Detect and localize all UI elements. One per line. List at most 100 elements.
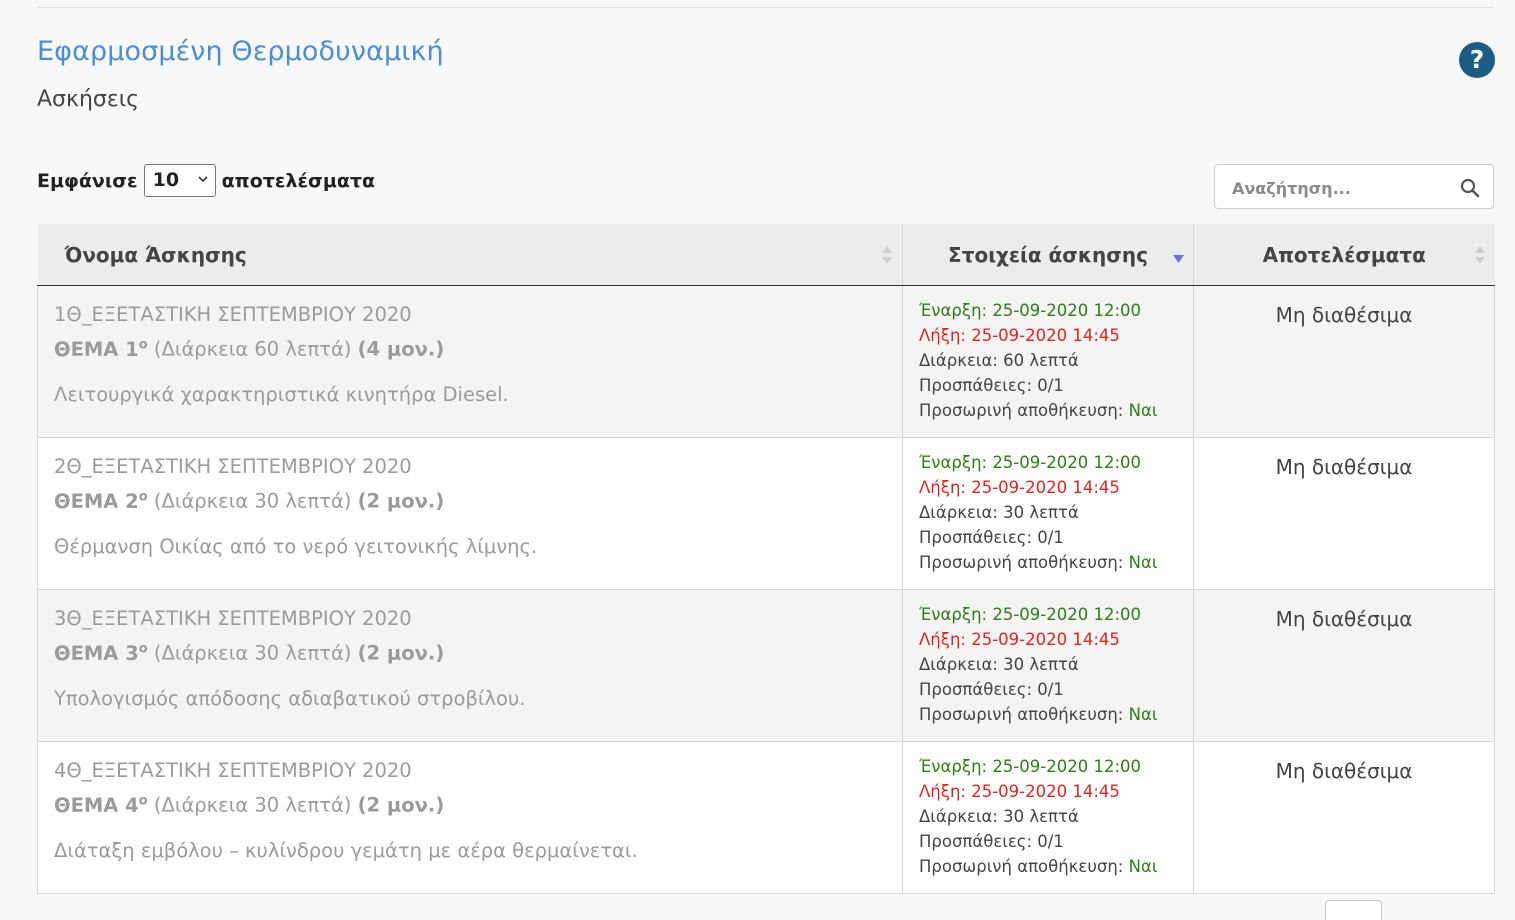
- temp-save-label: Προσωρινή αποθήκευση:: [919, 705, 1124, 724]
- temp-save-value: Ναι: [1128, 553, 1158, 572]
- page-title: Εφαρμοσμένη Θερμοδυναμική: [37, 36, 444, 67]
- exercise-attempts: Προσπάθειες: 0/1: [919, 528, 1064, 547]
- exercise-topic: ΘΕΜΑ 3: [54, 641, 139, 665]
- exercise-topic: ΘΕΜΑ 4: [54, 793, 139, 817]
- exercise-topic: ΘΕΜΑ 2: [54, 489, 139, 513]
- exercise-points: (2 μον.): [357, 641, 445, 665]
- exercise-start: Έναρξη: 25-09-2020 12:00: [919, 453, 1142, 472]
- table-row: 4Θ_ΕΞΕΤΑΣΤΙΚΗ ΣΕΠΤΕΜΒΡΙΟΥ 2020 ΘΕΜΑ 4ο (…: [37, 741, 1495, 894]
- sort-both-icon: [1474, 246, 1485, 264]
- temp-save-value: Ναι: [1128, 857, 1158, 876]
- exercise-details-cell: Έναρξη: 25-09-2020 12:00 Λήξη: 25-09-202…: [902, 589, 1194, 742]
- temp-save-value: Ναι: [1128, 401, 1158, 420]
- exercise-temp-save: Προσωρινή αποθήκευση: Ναι: [919, 854, 1177, 879]
- column-header-name-label: Όνομα Άσκησης: [64, 242, 247, 267]
- exercise-results: Μη διαθέσιμα: [1275, 303, 1413, 327]
- length-suffix-label: αποτελέσματα: [221, 169, 376, 192]
- temp-save-label: Προσωρινή αποθήκευση:: [919, 857, 1124, 876]
- exercise-description: Λειτουργικά χαρακτηριστικά κινητήρα Dies…: [54, 382, 509, 406]
- exercise-results: Μη διαθέσιμα: [1275, 759, 1413, 783]
- exercises-table: Όνομα Άσκησης Στοιχεία άσκησης Αποτελέσμ…: [37, 224, 1495, 894]
- sort-descending-icon: [1173, 255, 1184, 263]
- exercise-duration-note: (Διάρκεια 30 λεπτά): [153, 793, 352, 817]
- exercise-description: Διάταξη εμβόλου – κυλίνδρου γεμάτη με αέ…: [54, 838, 638, 862]
- exercise-duration: Διάρκεια: 30 λεπτά: [919, 807, 1079, 826]
- temp-save-label: Προσωρινή αποθήκευση:: [919, 401, 1124, 420]
- temp-save-label: Προσωρινή αποθήκευση:: [919, 553, 1124, 572]
- temp-save-value: Ναι: [1128, 705, 1158, 724]
- exercise-topic-line: ΘΕΜΑ 1ο (Διάρκεια 60 λεπτά) (4 μον.): [54, 330, 886, 365]
- column-header-name[interactable]: Όνομα Άσκησης: [37, 224, 903, 286]
- sort-both-icon: [882, 246, 892, 264]
- exercise-points: (4 μον.): [357, 337, 445, 361]
- exercise-topic-ordinal: ο: [138, 489, 148, 504]
- search-input[interactable]: [1230, 175, 1454, 201]
- exercise-name-cell: 1Θ_ΕΞΕΤΑΣΤΙΚΗ ΣΕΠΤΕΜΒΡΙΟΥ 2020 ΘΕΜΑ 1ο (…: [37, 285, 903, 438]
- table-row: 1Θ_ΕΞΕΤΑΣΤΙΚΗ ΣΕΠΤΕΜΒΡΙΟΥ 2020 ΘΕΜΑ 1ο (…: [37, 285, 1495, 438]
- exercise-attempts: Προσπάθειες: 0/1: [919, 680, 1064, 699]
- exercise-attempts: Προσπάθειες: 0/1: [919, 376, 1064, 395]
- column-header-results-label: Αποτελέσματα: [1262, 242, 1426, 267]
- exercise-points: (2 μον.): [357, 489, 445, 513]
- exercise-results-cell: Μη διαθέσιμα: [1193, 741, 1495, 894]
- column-header-details[interactable]: Στοιχεία άσκησης: [902, 224, 1194, 286]
- exercise-name-cell: 2Θ_ΕΞΕΤΑΣΤΙΚΗ ΣΕΠΤΕΜΒΡΙΟΥ 2020 ΘΕΜΑ 2ο (…: [37, 437, 903, 590]
- help-question-icon[interactable]: ?: [1459, 42, 1495, 78]
- exercise-name-cell: 4Θ_ΕΞΕΤΑΣΤΙΚΗ ΣΕΠΤΕΜΒΡΙΟΥ 2020 ΘΕΜΑ 4ο (…: [37, 741, 903, 894]
- length-prefix-label: Εμφάνισε: [37, 169, 138, 192]
- exercise-topic-ordinal: ο: [138, 641, 148, 656]
- exercise-title[interactable]: 2Θ_ΕΞΕΤΑΣΤΙΚΗ ΣΕΠΤΕΜΒΡΙΟΥ 2020: [54, 452, 886, 482]
- exercise-end: Λήξη: 25-09-2020 14:45: [919, 630, 1120, 649]
- exercise-points: (2 μον.): [357, 793, 445, 817]
- exercise-attempts: Προσπάθειες: 0/1: [919, 832, 1064, 851]
- exercise-name-cell: 3Θ_ΕΞΕΤΑΣΤΙΚΗ ΣΕΠΤΕΜΒΡΙΟΥ 2020 ΘΕΜΑ 3ο (…: [37, 589, 903, 742]
- exercise-results-cell: Μη διαθέσιμα: [1193, 285, 1495, 438]
- exercise-duration: Διάρκεια: 30 λεπτά: [919, 503, 1079, 522]
- page-length-control: Εμφάνισε 10 αποτελέσματα: [37, 164, 375, 197]
- exercise-topic-line: ΘΕΜΑ 4ο (Διάρκεια 30 λεπτά) (2 μον.): [54, 786, 886, 821]
- page-length-select[interactable]: 10: [143, 164, 216, 197]
- exercise-duration-note: (Διάρκεια 60 λεπτά): [153, 337, 352, 361]
- search-box: [1214, 164, 1494, 209]
- exercise-temp-save: Προσωρινή αποθήκευση: Ναι: [919, 398, 1177, 423]
- exercise-topic: ΘΕΜΑ 1: [54, 337, 139, 361]
- exercise-description: Θέρμανση Οικίας από το νερό γειτονικής λ…: [54, 534, 538, 558]
- exercise-start: Έναρξη: 25-09-2020 12:00: [919, 757, 1142, 776]
- column-header-results[interactable]: Αποτελέσματα: [1193, 224, 1495, 286]
- exercise-details-cell: Έναρξη: 25-09-2020 12:00 Λήξη: 25-09-202…: [902, 437, 1194, 590]
- exercise-start: Έναρξη: 25-09-2020 12:00: [919, 301, 1142, 320]
- exercise-temp-save: Προσωρινή αποθήκευση: Ναι: [919, 702, 1177, 727]
- exercise-end: Λήξη: 25-09-2020 14:45: [919, 782, 1120, 801]
- exercise-details-cell: Έναρξη: 25-09-2020 12:00 Λήξη: 25-09-202…: [902, 285, 1194, 438]
- exercise-topic-ordinal: ο: [138, 793, 148, 808]
- top-divider: [37, 7, 1493, 8]
- exercise-start: Έναρξη: 25-09-2020 12:00: [919, 605, 1142, 624]
- exercise-temp-save: Προσωρινή αποθήκευση: Ναι: [919, 550, 1177, 575]
- exercise-end: Λήξη: 25-09-2020 14:45: [919, 326, 1120, 345]
- exercise-topic-line: ΘΕΜΑ 2ο (Διάρκεια 30 λεπτά) (2 μον.): [54, 482, 886, 517]
- exercise-description: Υπολογισμός απόδοσης αδιαβατικού στροβίλ…: [54, 686, 526, 710]
- exercise-title[interactable]: 4Θ_ΕΞΕΤΑΣΤΙΚΗ ΣΕΠΤΕΜΒΡΙΟΥ 2020: [54, 756, 886, 786]
- exercise-duration: Διάρκεια: 60 λεπτά: [919, 351, 1079, 370]
- table-row: 2Θ_ΕΞΕΤΑΣΤΙΚΗ ΣΕΠΤΕΜΒΡΙΟΥ 2020 ΘΕΜΑ 2ο (…: [37, 437, 1495, 590]
- pagination-button[interactable]: [1325, 900, 1382, 920]
- exercise-results-cell: Μη διαθέσιμα: [1193, 437, 1495, 590]
- exercise-duration: Διάρκεια: 30 λεπτά: [919, 655, 1079, 674]
- column-header-details-label: Στοιχεία άσκησης: [948, 242, 1148, 267]
- exercise-topic-line: ΘΕΜΑ 3ο (Διάρκεια 30 λεπτά) (2 μον.): [54, 634, 886, 669]
- exercise-results: Μη διαθέσιμα: [1275, 455, 1413, 479]
- exercise-results: Μη διαθέσιμα: [1275, 607, 1413, 631]
- exercise-duration-note: (Διάρκεια 30 λεπτά): [153, 641, 352, 665]
- search-icon[interactable]: [1460, 178, 1480, 198]
- exercise-title[interactable]: 3Θ_ΕΞΕΤΑΣΤΙΚΗ ΣΕΠΤΕΜΒΡΙΟΥ 2020: [54, 604, 886, 634]
- exercise-title[interactable]: 1Θ_ΕΞΕΤΑΣΤΙΚΗ ΣΕΠΤΕΜΒΡΙΟΥ 2020: [54, 300, 886, 330]
- exercise-duration-note: (Διάρκεια 30 λεπτά): [153, 489, 352, 513]
- page-subtitle: Ασκήσεις: [37, 87, 140, 112]
- exercise-topic-ordinal: ο: [138, 337, 148, 352]
- table-row: 3Θ_ΕΞΕΤΑΣΤΙΚΗ ΣΕΠΤΕΜΒΡΙΟΥ 2020 ΘΕΜΑ 3ο (…: [37, 589, 1495, 742]
- exercise-end: Λήξη: 25-09-2020 14:45: [919, 478, 1120, 497]
- exercise-details-cell: Έναρξη: 25-09-2020 12:00 Λήξη: 25-09-202…: [902, 741, 1194, 894]
- exercise-results-cell: Μη διαθέσιμα: [1193, 589, 1495, 742]
- chevron-down-icon: [198, 176, 208, 183]
- page-length-value: 10: [152, 169, 180, 191]
